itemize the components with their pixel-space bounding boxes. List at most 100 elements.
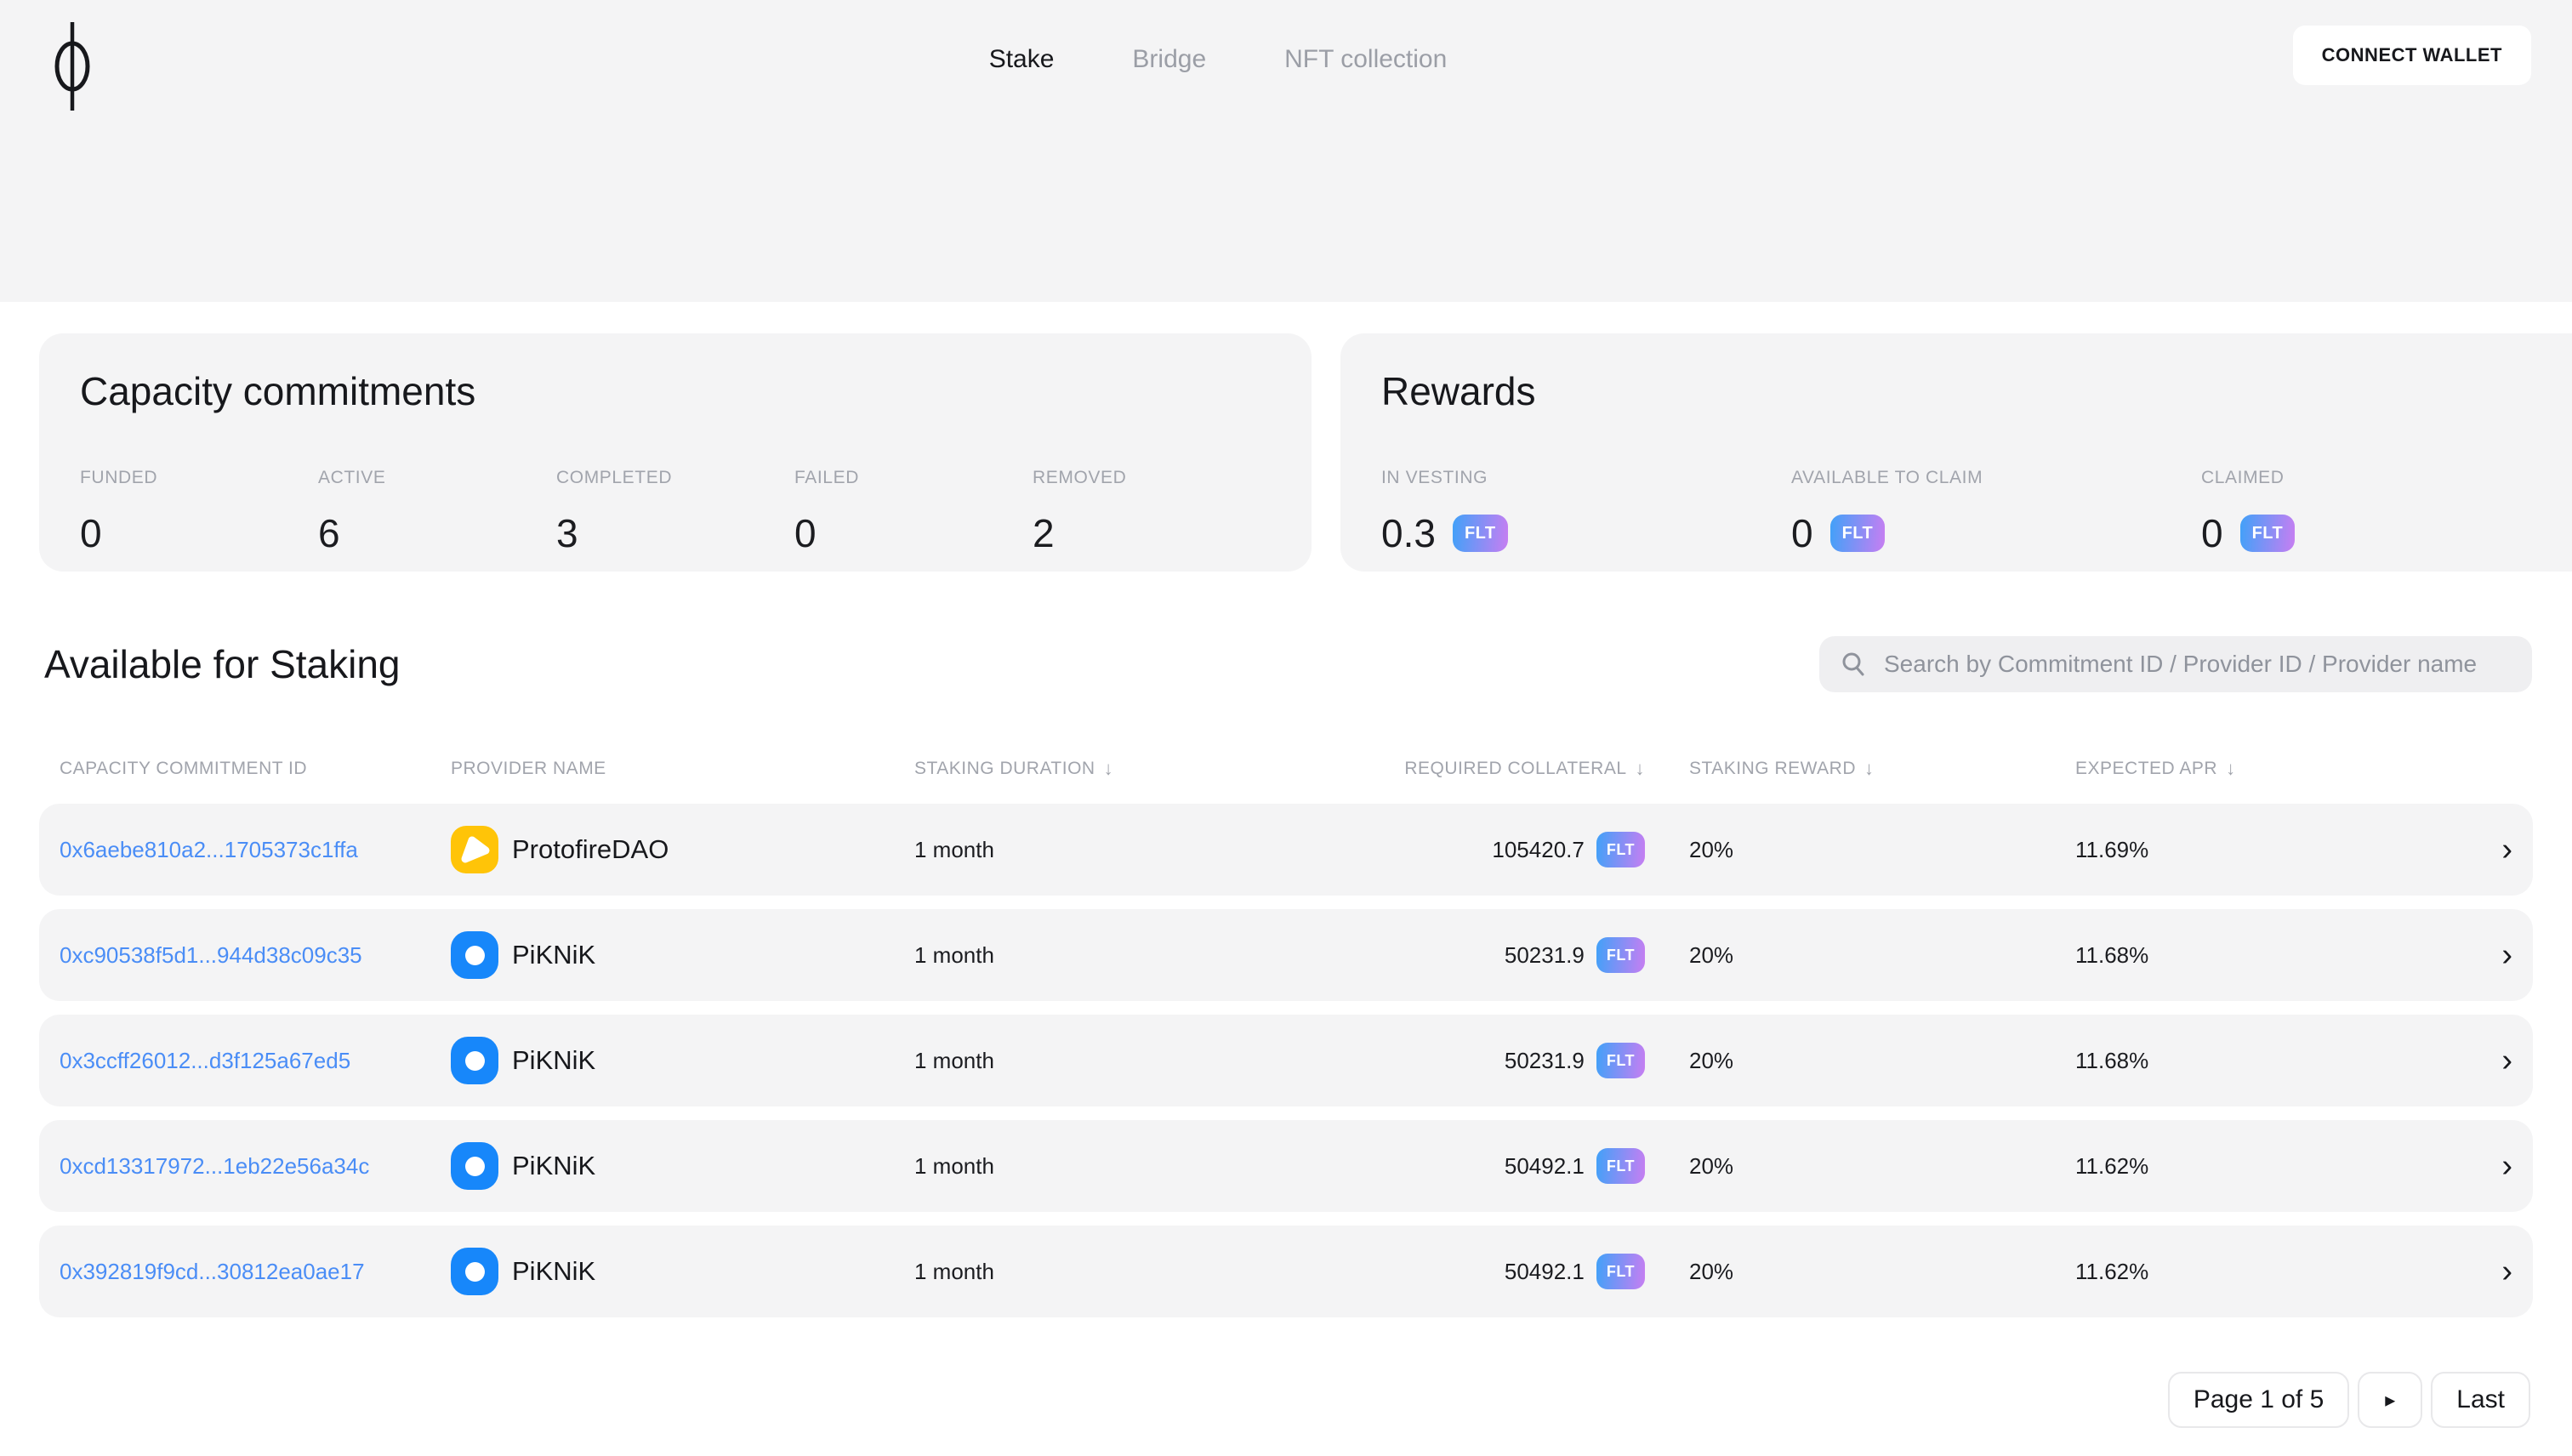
tab-nft-collection[interactable]: NFT collection [1279,44,1452,75]
provider-cell: PiKNiK [451,931,914,979]
chevron-right-icon[interactable]: › [2478,939,2512,971]
apr-cell: 11.62% [2075,1152,2149,1179]
stat-label: IN VESTING [1381,468,1488,487]
duration-cell: 1 month [914,1047,994,1073]
stat-label: CLAIMED [2201,468,2285,487]
stat-funded: FUNDED 0 [80,468,318,556]
rewards-card: Rewards IN VESTING 0.3 FLT AVAILABLE TO … [1340,333,2572,572]
stat-label: FAILED [794,468,859,487]
stat-failed: FAILED 0 [794,468,1033,556]
provider-name: PiKNiK [512,1256,596,1286]
commitment-id-cell: 0x6aebe810a2...1705373c1ffa [60,837,451,863]
stat-label: REMOVED [1033,468,1127,487]
stat-value: 0.3 [1381,511,1436,555]
capacity-card-title: Capacity commitments [80,369,476,413]
last-page-button[interactable]: Last [2431,1372,2530,1428]
table-row[interactable]: 0x6aebe810a2...1705373c1ffa ProtofireDAO… [39,804,2533,896]
col-label: EXPECTED APR [2075,759,2218,778]
stat-label: ACTIVE [318,468,386,487]
provider-name: PiKNiK [512,1045,596,1075]
duration-cell: 1 month [914,1258,994,1284]
table-row[interactable]: 0xcd13317972...1eb22e56a34c PiKNiK 1 mon… [39,1120,2533,1212]
col-expected-apr[interactable]: EXPECTED APR ↓ [2075,758,2478,780]
col-label: PROVIDER NAME [451,759,606,778]
tab-bridge[interactable]: Bridge [1127,44,1211,75]
duration-cell: 1 month [914,836,994,862]
next-page-button[interactable]: ▸ [2358,1372,2423,1428]
col-label: CAPACITY COMMITMENT ID [60,759,308,778]
stat-value: 6 [318,511,340,555]
stat-removed: REMOVED 2 [1033,468,1271,556]
reward-cell: 20% [1689,1152,1734,1179]
flt-token-badge: FLT [1596,1043,1645,1078]
commitment-id-link[interactable]: 0xcd13317972...1eb22e56a34c [60,1153,369,1179]
col-staking-reward[interactable]: STAKING REWARD ↓ [1645,758,2075,780]
capacity-commitments-card: Capacity commitments FUNDED 0 ACTIVE 6 C… [39,333,1312,572]
commitment-id-cell: 0xc90538f5d1...944d38c09c35 [60,942,451,969]
commitment-id-link[interactable]: 0x3ccff26012...d3f125a67ed5 [60,1048,350,1073]
chevron-right-icon[interactable]: › [2478,1044,2512,1077]
col-required-collateral[interactable]: REQUIRED COLLATERAL ↓ [1272,758,1645,780]
reward-cell: 20% [1689,941,1734,968]
collateral-cell: 105420.7 FLT [1272,832,1645,867]
col-provider-name: PROVIDER NAME [451,759,914,779]
col-label: REQUIRED COLLATERAL [1404,759,1627,778]
stat-value: 3 [556,511,578,555]
apr-cell: 11.68% [2075,941,2149,968]
flt-token-badge: FLT [1452,515,1508,552]
chevron-right-icon[interactable]: › [2478,1150,2512,1182]
col-staking-duration[interactable]: STAKING DURATION ↓ [914,758,1272,780]
provider-cell: PiKNiK [451,1248,914,1295]
stat-available-to-claim: AVAILABLE TO CLAIM 0 FLT [1791,468,2201,556]
stat-value: 0 [2201,511,2223,555]
tab-stake[interactable]: Stake [984,44,1060,75]
page-indicator-button[interactable]: Page 1 of 5 [2167,1372,2350,1428]
apr-cell: 11.69% [2075,836,2149,862]
stat-value: 0 [80,511,102,555]
stat-completed: COMPLETED 3 [556,468,794,556]
sort-desc-icon[interactable]: ↓ [2226,758,2236,780]
stake-page: Stake Bridge NFT collection CONNECT WALL… [0,0,2572,1456]
provider-cell: PiKNiK [451,1142,914,1190]
commitment-id-link[interactable]: 0x6aebe810a2...1705373c1ffa [60,837,358,862]
stat-label: AVAILABLE TO CLAIM [1791,468,1983,487]
collateral-cell: 50231.9 FLT [1272,1043,1645,1078]
chevron-right-icon[interactable]: › [2478,1255,2512,1288]
staking-rows: 0x6aebe810a2...1705373c1ffa ProtofireDAO… [39,804,2533,1331]
table-row[interactable]: 0x3ccff26012...d3f125a67ed5 PiKNiK 1 mon… [39,1015,2533,1106]
chevron-right-icon[interactable]: › [2478,833,2512,866]
stat-value: 0 [794,511,817,555]
sort-desc-icon[interactable]: ↓ [1104,758,1114,780]
stat-active: ACTIVE 6 [318,468,556,556]
sort-desc-icon[interactable]: ↓ [1636,758,1646,780]
table-row[interactable]: 0xc90538f5d1...944d38c09c35 PiKNiK 1 mon… [39,909,2533,1001]
reward-cell: 20% [1689,836,1734,862]
connect-wallet-button[interactable]: CONNECT WALLET [2292,26,2531,85]
reward-cell: 20% [1689,1258,1734,1284]
provider-avatar [451,1142,498,1190]
stat-in-vesting: IN VESTING 0.3 FLT [1381,468,1791,556]
duration-cell: 1 month [914,1152,994,1179]
stat-label: FUNDED [80,468,158,487]
collateral-value: 50231.9 [1504,1047,1585,1073]
top-bar: Stake Bridge NFT collection CONNECT WALL… [0,0,2572,302]
rewards-stats: IN VESTING 0.3 FLT AVAILABLE TO CLAIM 0 … [1381,468,2572,556]
commitment-id-link[interactable]: 0x392819f9cd...30812ea0ae17 [60,1259,365,1284]
capacity-stats: FUNDED 0 ACTIVE 6 COMPLETED 3 FAILED 0 R… [80,468,1271,556]
stat-claimed: CLAIMED 0 FLT [2201,468,2572,556]
table-header: CAPACITY COMMITMENT ID PROVIDER NAME STA… [39,754,2533,784]
commitment-id-link[interactable]: 0xc90538f5d1...944d38c09c35 [60,942,362,968]
collateral-value: 50492.1 [1504,1152,1585,1179]
flt-token-badge: FLT [1596,937,1645,973]
provider-avatar [451,1037,498,1084]
search-box [1819,636,2532,692]
search-input[interactable] [1882,650,2512,679]
collateral-value: 50231.9 [1504,941,1585,968]
duration-cell: 1 month [914,941,994,968]
sort-desc-icon[interactable]: ↓ [1864,758,1875,780]
flt-token-badge: FLT [2239,515,2296,552]
col-label: STAKING DURATION [914,759,1095,778]
table-row[interactable]: 0x392819f9cd...30812ea0ae17 PiKNiK 1 mon… [39,1226,2533,1317]
provider-name: PiKNiK [512,940,596,970]
search-icon [1840,651,1867,678]
